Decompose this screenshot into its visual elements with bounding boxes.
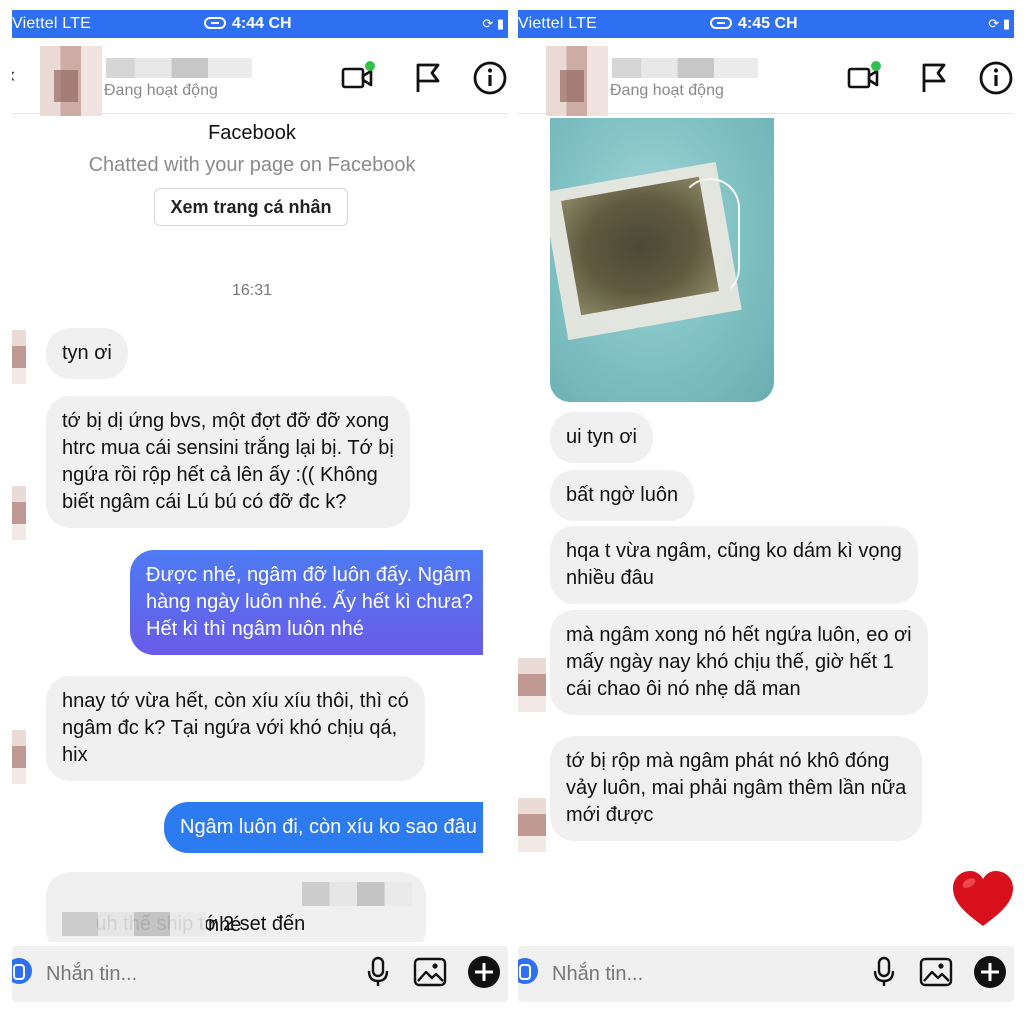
flag-icon[interactable] [916, 60, 952, 96]
view-profile-button[interactable]: Xem trang cá nhân [154, 188, 348, 226]
tea-string-shape [680, 178, 740, 298]
sender-avatar [518, 798, 546, 852]
chat-screen-right: Viettel LTE 4:45 CH ⟳ ▮ Đang hoạt động u… [518, 10, 1014, 1014]
sender-avatar [12, 330, 26, 384]
message-list: ui tyn ơi bất ngờ luôn hqa t vừa ngâm, c… [518, 114, 1014, 942]
status-time: 4:45 CH [738, 15, 798, 32]
contact-name-blurred [612, 58, 758, 78]
active-status: Đang hoạt động [104, 82, 218, 99]
active-status: Đang hoạt động [610, 82, 724, 99]
message-bubble[interactable]: tớ bị dị ứng bvs, một đợt đỡ đỡ xong htr… [46, 396, 410, 528]
message-bubble-sent[interactable]: Ngâm luôn đi, còn xíu ko sao đâu [164, 802, 483, 853]
video-call-icon[interactable] [846, 60, 882, 96]
status-bar: Viettel LTE 4:45 CH ⟳ ▮ [518, 10, 1014, 38]
message-bubble[interactable]: tyn ơi [46, 328, 128, 379]
sender-avatar [12, 486, 26, 540]
composer-bar: Nhắn tin... [518, 942, 1014, 1014]
chat-screen-left: Viettel LTE 4:44 CH ⟳ ▮ ‹ Đang hoạt động… [12, 10, 508, 1014]
tea-bag-photo[interactable] [550, 118, 774, 402]
contact-name-blurred [106, 58, 252, 78]
message-bubble[interactable]: ui tyn ơi [550, 412, 653, 463]
status-bar: Viettel LTE 4:44 CH ⟳ ▮ [12, 10, 508, 38]
microphone-icon[interactable] [866, 954, 902, 990]
chat-header: Đang hoạt động [518, 38, 1014, 116]
avatar[interactable] [40, 46, 102, 116]
composer-bar: Nhắn tin... [12, 942, 508, 1014]
back-icon[interactable]: ‹ [12, 62, 15, 88]
info-icon[interactable] [472, 60, 508, 96]
carrier-label: Viettel LTE [518, 15, 597, 32]
heart-icon[interactable] [950, 866, 1014, 932]
link-icon [710, 17, 732, 29]
link-icon [204, 17, 226, 29]
page-title: Facebook [208, 122, 296, 144]
battery-icon: ⟳ ▮ [988, 16, 1010, 31]
address-blurred [302, 882, 412, 906]
message-bubble[interactable]: mà ngâm xong nó hết ngứa luôn, eo ơi mấy… [550, 610, 928, 715]
microphone-icon[interactable] [360, 954, 396, 990]
message-bubble[interactable]: hnay tớ vừa hết, còn xíu xíu thôi, thì c… [46, 676, 425, 781]
message-input[interactable]: Nhắn tin... [46, 963, 137, 986]
message-bubble[interactable]: hqa t vừa ngâm, cũng ko dám kì vọng nhiề… [550, 526, 918, 604]
message-text: nhé [208, 914, 242, 936]
plus-icon[interactable] [972, 954, 1008, 990]
plus-icon[interactable] [466, 954, 502, 990]
sender-avatar [12, 730, 26, 784]
battery-icon: ⟳ ▮ [482, 16, 504, 31]
info-icon[interactable] [978, 60, 1014, 96]
image-icon[interactable] [918, 954, 954, 990]
timestamp: 16:31 [231, 282, 273, 299]
video-call-icon[interactable] [340, 60, 376, 96]
message-list: Facebook Chatted with your page on Faceb… [12, 114, 508, 954]
flag-icon[interactable] [410, 60, 446, 96]
page-subtitle: Chatted with your page on Facebook [88, 154, 416, 176]
message-bubble[interactable]: tớ bị rộp mà ngâm phát nó khô đóng vảy l… [550, 736, 923, 841]
avatar[interactable] [546, 46, 608, 116]
chat-header: ‹ Đang hoạt động [12, 38, 508, 116]
carrier-label: Viettel LTE [12, 15, 91, 32]
message-bubble-sent[interactable]: Được nhé, ngâm đỡ luôn đấy. Ngâm hàng ng… [130, 550, 483, 655]
status-time: 4:44 CH [232, 15, 292, 32]
message-bubble[interactable]: bất ngờ luôn [550, 470, 695, 521]
image-icon[interactable] [412, 954, 448, 990]
address-blurred [62, 912, 206, 936]
sender-avatar [518, 658, 546, 712]
message-input[interactable]: Nhắn tin... [552, 963, 643, 986]
